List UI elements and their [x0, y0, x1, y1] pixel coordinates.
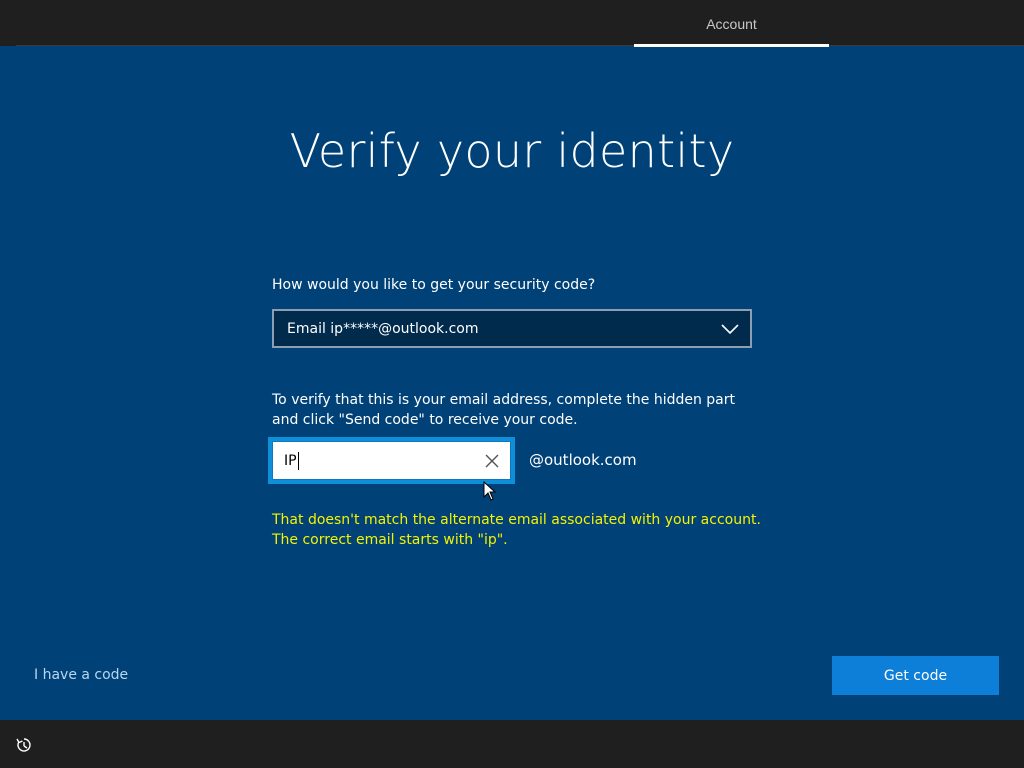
verification-instructions: To verify that this is your email addres… [272, 392, 736, 428]
code-method-select[interactable]: Email ip*****@outlook.com [272, 309, 752, 348]
top-bar [0, 0, 1024, 46]
get-code-button[interactable]: Get code [832, 656, 999, 695]
error-message-line-1: That doesn't match the alternate email a… [272, 512, 761, 528]
error-message-line-2: The correct email starts with "ip". [272, 532, 508, 548]
code-method-selected-value: Email ip*****@outlook.com [287, 321, 479, 337]
page-title: Verify your identity [289, 124, 735, 178]
mouse-pointer-icon [483, 481, 497, 501]
email-input-focus-ring: IP [268, 437, 515, 484]
close-icon[interactable] [484, 453, 500, 469]
chevron-down-icon [721, 324, 739, 335]
tab-account[interactable]: Account [634, 0, 829, 46]
bottom-bar [0, 720, 1024, 768]
email-domain-suffix: @outlook.com [529, 451, 637, 469]
error-message: That doesn't match the alternate email a… [272, 510, 772, 550]
text-caret [297, 452, 299, 470]
email-prefix-input[interactable]: IP [272, 441, 511, 480]
email-prefix-value: IP [284, 452, 299, 470]
have-code-link[interactable]: I have a code [34, 667, 128, 683]
ease-of-access-icon[interactable] [15, 736, 33, 754]
security-code-question: How would you like to get your security … [272, 277, 596, 293]
top-bar-divider [16, 45, 1024, 46]
